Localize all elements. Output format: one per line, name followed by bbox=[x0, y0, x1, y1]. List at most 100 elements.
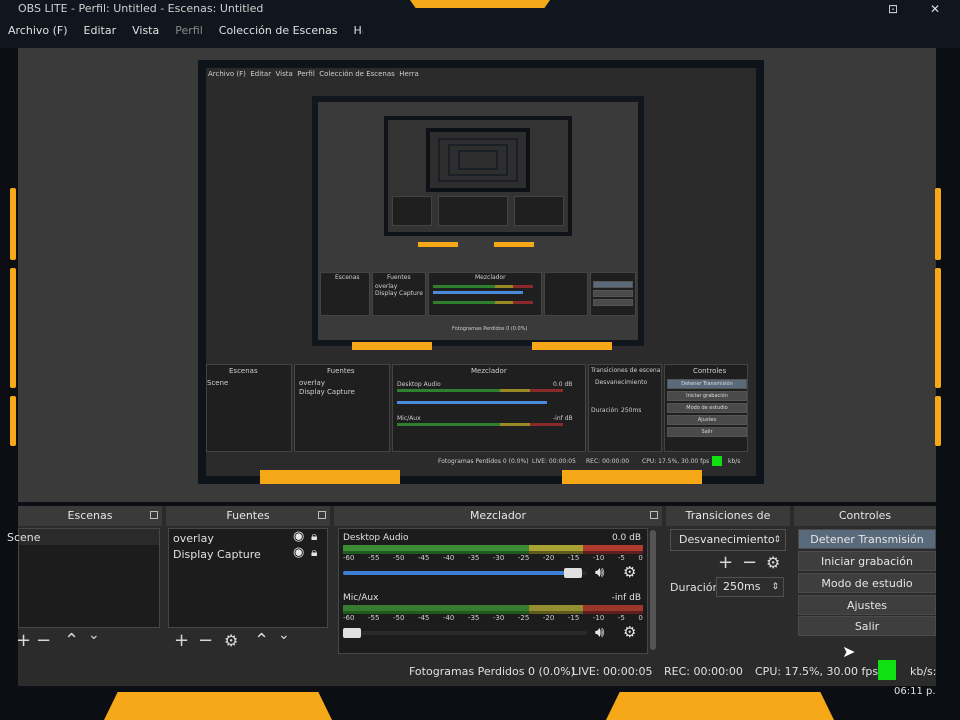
undock-icon[interactable] bbox=[650, 511, 658, 519]
speaker-icon[interactable]: 🔊︎ bbox=[595, 563, 604, 581]
nested-preview-1: Escenas Fuentes overlay Display Capture … bbox=[312, 96, 644, 346]
window-title: OBS LITE - Perfil: Untitled - Escenas: U… bbox=[18, 2, 264, 15]
capture-kbps: kb/s bbox=[728, 458, 741, 465]
preview-canvas[interactable]: Archivo (F) Editar Vista Perfil Colecció… bbox=[198, 60, 764, 484]
mouse-cursor-icon: ➤ bbox=[842, 642, 856, 661]
nested-preview-2 bbox=[384, 116, 572, 236]
undock-icon[interactable] bbox=[318, 511, 326, 519]
nested-preview-3 bbox=[426, 128, 530, 192]
remove-scene-icon[interactable]: − bbox=[36, 632, 51, 650]
nested1-controls bbox=[590, 272, 636, 316]
mixer-channel-db: -inf dB bbox=[611, 593, 641, 603]
source-item-overlay[interactable]: overlay bbox=[173, 532, 214, 545]
overlay-accent-left-2 bbox=[10, 268, 16, 388]
overlay-accent bbox=[418, 242, 458, 247]
transition-select[interactable]: Desvanecimiento ⇕ bbox=[670, 529, 786, 551]
visibility-eye-icon[interactable]: ◉ bbox=[293, 545, 304, 560]
rec-timer: REC: 00:00:00 bbox=[664, 665, 743, 678]
move-down-icon[interactable]: ⌄ bbox=[278, 626, 290, 644]
overlay-accent bbox=[562, 470, 702, 484]
nested-controls-panel bbox=[514, 196, 564, 226]
exit-button[interactable]: Salir bbox=[798, 616, 936, 636]
lock-icon[interactable]: 🔒︎ bbox=[311, 529, 317, 544]
studio-mode-button[interactable]: Modo de estudio bbox=[798, 573, 936, 593]
stop-streaming-button[interactable]: Detener Transmisión bbox=[798, 529, 936, 549]
add-transition-icon[interactable]: + bbox=[718, 554, 733, 572]
clock: 06:11 p. bbox=[894, 686, 936, 697]
overlay-accent-right-1 bbox=[935, 188, 941, 260]
volume-slider-mic[interactable] bbox=[343, 631, 587, 635]
volume-knob-mic[interactable] bbox=[343, 628, 361, 638]
speaker-icon[interactable]: 🔊︎ bbox=[595, 623, 604, 641]
menu-coleccion-escenas[interactable]: Colección de Escenas bbox=[211, 20, 346, 44]
menu-editar[interactable]: Editar bbox=[76, 20, 125, 44]
capture-status-rec: REC: 00:00:00 bbox=[586, 458, 630, 465]
scenes-panel-title: Escenas bbox=[18, 506, 162, 526]
capture-mixer-panel: Mezclador Desktop Audio 0.0 dB Mic/Aux -… bbox=[392, 364, 586, 452]
capture-status-cpu: CPU: 17.5%, 30.00 fps bbox=[642, 458, 710, 465]
dropped-frames: Fotogramas Perdidos 0 (0.0%) bbox=[409, 665, 575, 678]
duration-spinbox[interactable]: 250ms ⇕ bbox=[716, 577, 784, 597]
gear-icon[interactable]: ⚙ bbox=[623, 563, 636, 581]
cpu-fps: CPU: 17.5%, 30.00 fps bbox=[755, 665, 879, 678]
remove-source-icon[interactable]: − bbox=[198, 632, 213, 650]
captured-screen: Archivo (F) Editar Vista Perfil Colecció… bbox=[206, 68, 756, 476]
transition-gear-icon[interactable]: ⚙ bbox=[766, 554, 780, 572]
stream-health-indicator bbox=[878, 660, 896, 680]
capture-transitions-panel: Transiciones de escena Desvanecimiento D… bbox=[588, 364, 662, 452]
meter-scale: -60 -55 -50 -45 -40 -35 -30 -25 -20 -15 -10 -5 0 bbox=[343, 614, 643, 622]
overlay-top-accent bbox=[410, 0, 550, 8]
nested-screen-3 bbox=[430, 132, 526, 188]
volume-fill-desktop bbox=[343, 571, 582, 575]
source-item-display-capture[interactable]: Display Capture bbox=[173, 548, 261, 561]
move-down-icon[interactable]: ⌄ bbox=[88, 626, 100, 644]
remove-transition-icon[interactable]: − bbox=[742, 554, 757, 572]
source-properties-gear-icon[interactable]: ⚙ bbox=[224, 632, 238, 650]
start-recording-button[interactable]: Iniciar grabación bbox=[798, 551, 936, 571]
controls-panel-title: Controles bbox=[794, 506, 936, 526]
mini-menu: Archivo (F) Editar Vista Perfil Colecció… bbox=[208, 70, 419, 78]
tunnel-ring bbox=[458, 150, 498, 170]
nested1-scenes: Escenas bbox=[320, 272, 370, 316]
nested1-sources: Fuentes overlay Display Capture bbox=[372, 272, 426, 316]
nested1-mixer: Mezclador bbox=[428, 272, 542, 316]
overlay-accent bbox=[494, 242, 534, 247]
nested-mixer-panel bbox=[438, 196, 508, 226]
overlay-accent-right-2 bbox=[935, 268, 941, 388]
overlay-accent-bottom-left bbox=[104, 692, 332, 720]
add-scene-icon[interactable]: + bbox=[16, 632, 31, 650]
restore-icon[interactable]: ⊡ bbox=[888, 2, 898, 16]
scene-item-label: Scene bbox=[7, 531, 41, 544]
menu-vista[interactable]: Vista bbox=[124, 20, 167, 44]
menu-perfil[interactable]: Perfil bbox=[167, 20, 211, 44]
add-source-icon[interactable]: + bbox=[174, 632, 189, 650]
overlay-accent bbox=[532, 342, 612, 350]
nested-screen-2 bbox=[388, 120, 568, 232]
volume-knob-desktop[interactable] bbox=[564, 568, 582, 578]
sources-list[interactable]: overlay Display Capture ◉ 🔒︎ ◉ 🔒︎ bbox=[168, 528, 328, 628]
scenes-list[interactable]: Scene bbox=[7, 528, 160, 628]
lock-icon[interactable]: 🔒︎ bbox=[311, 545, 317, 560]
nested-screen-1: Escenas Fuentes overlay Display Capture … bbox=[318, 102, 638, 340]
mixer-channel-db: 0.0 dB bbox=[611, 533, 641, 543]
visibility-eye-icon[interactable]: ◉ bbox=[293, 529, 304, 544]
menu-bar: Archivo (F) Editar Vista Perfil Colecció… bbox=[0, 20, 392, 44]
move-up-icon[interactable]: ⌃ bbox=[254, 632, 269, 650]
overlay-accent-left-1 bbox=[10, 188, 16, 260]
move-up-icon[interactable]: ⌃ bbox=[64, 632, 79, 650]
close-icon[interactable]: ✕ bbox=[930, 2, 940, 16]
menu-archivo[interactable]: Archivo (F) bbox=[0, 20, 76, 44]
capture-live-indicator bbox=[712, 456, 722, 466]
mixer-scrollbar[interactable] bbox=[650, 530, 656, 650]
overlay-accent-bottom-right bbox=[606, 692, 834, 720]
settings-button[interactable]: Ajustes bbox=[798, 595, 936, 615]
spin-arrows-icon: ⇕ bbox=[773, 535, 781, 545]
mixer-channel-name: Mic/Aux bbox=[343, 593, 379, 603]
capture-status-live: LIVE: 00:00:05 bbox=[532, 458, 576, 465]
kbps-label: kb/s: bbox=[910, 665, 937, 678]
undock-icon[interactable] bbox=[150, 511, 158, 519]
gear-icon[interactable]: ⚙ bbox=[623, 623, 636, 641]
nested1-transitions bbox=[544, 272, 588, 316]
nested-scenes-panel bbox=[392, 196, 432, 226]
capture-controls-panel: Controles Detener Transmisión Iniciar gr… bbox=[664, 364, 748, 452]
